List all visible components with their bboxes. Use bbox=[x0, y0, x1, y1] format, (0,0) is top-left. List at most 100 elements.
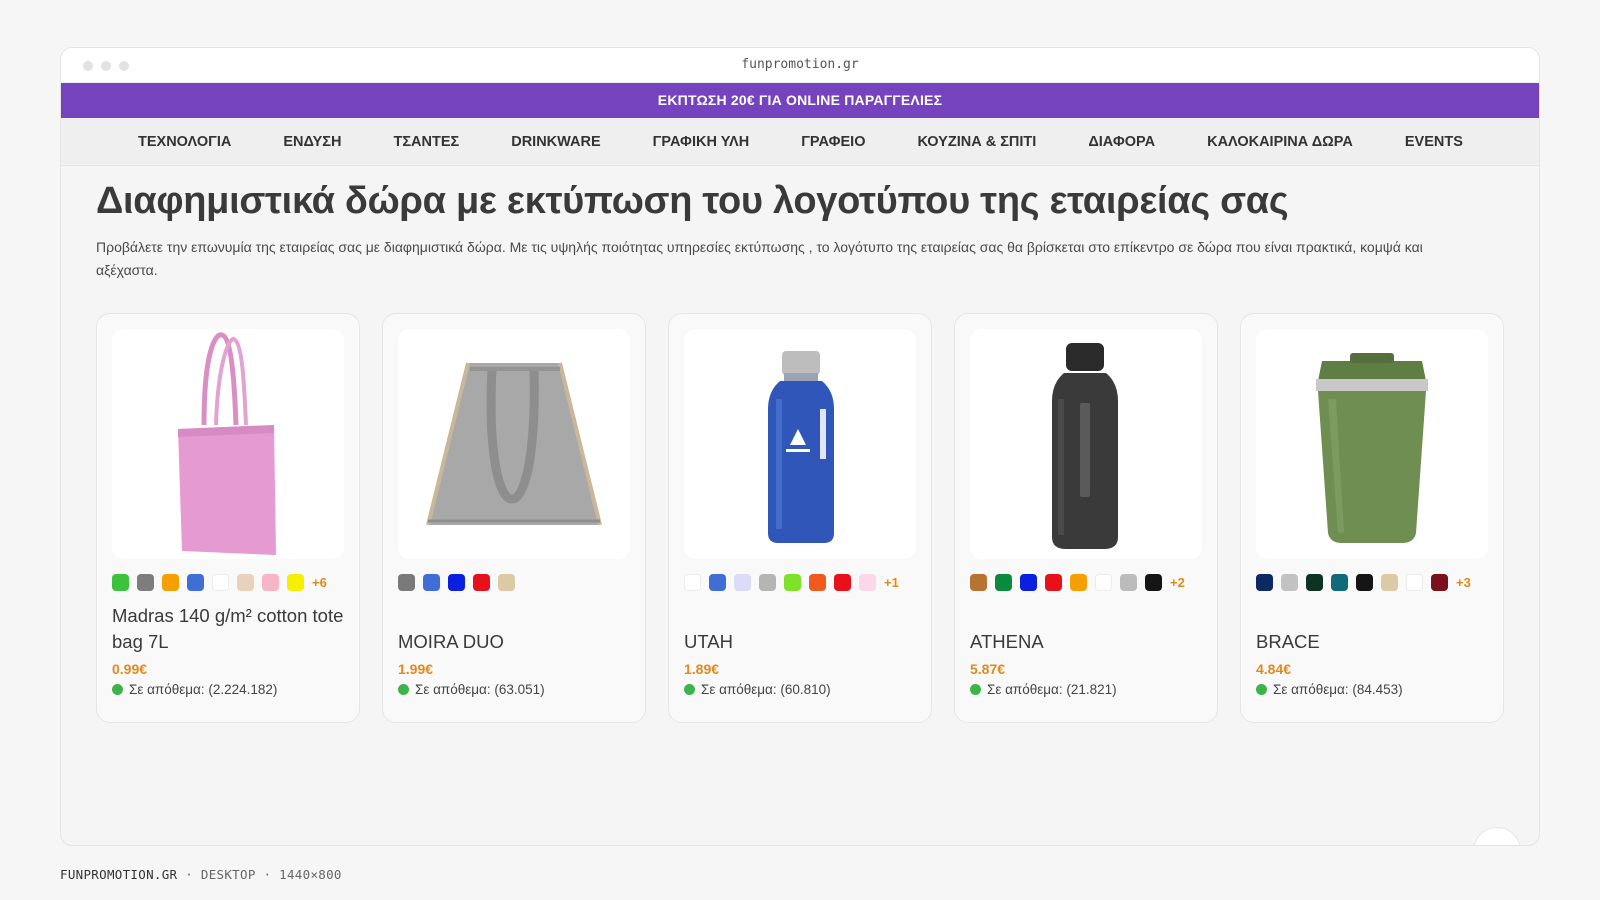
address-bar-url[interactable]: funpromotion.gr bbox=[61, 57, 1539, 72]
product-image[interactable] bbox=[112, 329, 344, 559]
color-swatch[interactable] bbox=[187, 573, 204, 591]
stock-status: Σε απόθεμα: (21.821) bbox=[970, 682, 1202, 697]
color-swatch[interactable] bbox=[1306, 573, 1323, 591]
grey-drawstring-bag-icon bbox=[426, 362, 602, 526]
color-swatches: +1 bbox=[684, 573, 916, 591]
color-swatch[interactable] bbox=[448, 573, 465, 591]
product-price: 0.99€ bbox=[112, 661, 148, 677]
color-swatch[interactable] bbox=[809, 573, 826, 591]
more-colors-count[interactable]: +3 bbox=[1456, 575, 1471, 590]
product-name[interactable]: Madras 140 g/m² cotton tote bag 7L bbox=[112, 603, 344, 655]
more-colors-count[interactable]: +1 bbox=[884, 575, 899, 590]
nav-item-misc[interactable]: ΔΙΑΦΟΡΑ bbox=[1088, 134, 1155, 150]
in-stock-dot-icon bbox=[970, 684, 981, 695]
stock-text: Σε απόθεμα: (2.224.182) bbox=[129, 682, 278, 697]
color-swatch[interactable] bbox=[237, 573, 254, 591]
browser-window: funpromotion.gr ΕΚΠΤΩΣΗ 20€ ΓΙΑ ONLINE Π… bbox=[60, 47, 1540, 846]
color-swatch[interactable] bbox=[1020, 573, 1037, 591]
color-swatch[interactable] bbox=[1256, 573, 1273, 591]
pink-tote-bag-icon bbox=[178, 332, 276, 555]
more-colors-count[interactable]: +6 bbox=[312, 575, 327, 590]
color-swatch[interactable] bbox=[759, 573, 776, 591]
main-nav: ΤΕΧΝΟΛΟΓΙΑ ΕΝΔΥΣΗ ΤΣΑΝΤΕΣ DRINKWARE ΓΡΑΦ… bbox=[61, 118, 1539, 166]
browser-chrome: funpromotion.gr bbox=[61, 48, 1539, 83]
nav-item-office[interactable]: ΓΡΑΦΕΙΟ bbox=[801, 134, 865, 150]
color-swatch[interactable] bbox=[834, 573, 851, 591]
stock-status: Σε απόθεμα: (63.051) bbox=[398, 682, 630, 697]
in-stock-dot-icon bbox=[1256, 684, 1267, 695]
nav-item-summer-gifts[interactable]: ΚΑΛΟΚΑΙΡΙΝΑ ΔΩΡΑ bbox=[1207, 134, 1353, 150]
color-swatch[interactable] bbox=[1120, 573, 1137, 591]
product-card[interactable]: +1 UTAH 1.89€ Σε απόθεμα: (60.810) bbox=[668, 313, 932, 723]
product-image[interactable] bbox=[684, 329, 916, 559]
product-image[interactable] bbox=[398, 329, 630, 559]
in-stock-dot-icon bbox=[398, 684, 409, 695]
product-card[interactable]: +2 ATHENA 5.87€ Σε απόθεμα: (21.821) bbox=[954, 313, 1218, 723]
color-swatch[interactable] bbox=[1045, 573, 1062, 591]
product-name[interactable]: UTAH bbox=[684, 603, 916, 655]
color-swatch[interactable] bbox=[498, 573, 515, 591]
black-thermos-bottle-icon bbox=[1052, 343, 1118, 549]
color-swatch[interactable] bbox=[1070, 573, 1087, 591]
page-intro: Προβάλετε την επωνυμία της εταιρείας σας… bbox=[96, 239, 1423, 278]
color-swatch[interactable] bbox=[1406, 573, 1423, 591]
color-swatch[interactable] bbox=[262, 573, 279, 591]
color-swatch[interactable] bbox=[137, 573, 154, 591]
product-grid: +6 Madras 140 g/m² cotton tote bag 7L 0.… bbox=[96, 313, 1504, 723]
caption-separator: · bbox=[185, 867, 194, 882]
color-swatch[interactable] bbox=[162, 573, 179, 591]
stock-text: Σε απόθεμα: (84.453) bbox=[1273, 682, 1403, 697]
color-swatch[interactable] bbox=[473, 573, 490, 591]
nav-item-bags[interactable]: ΤΣΑΝΤΕΣ bbox=[393, 134, 459, 150]
caption-separator: · bbox=[263, 867, 272, 882]
nav-item-technology[interactable]: ΤΕΧΝΟΛΟΓΙΑ bbox=[138, 134, 231, 150]
color-swatches bbox=[398, 573, 630, 591]
nav-item-clothing[interactable]: ΕΝΔΥΣΗ bbox=[283, 134, 341, 150]
color-swatch[interactable] bbox=[1356, 573, 1373, 591]
color-swatch[interactable] bbox=[1281, 573, 1298, 591]
nav-item-drinkware[interactable]: DRINKWARE bbox=[511, 134, 600, 150]
color-swatch[interactable] bbox=[684, 573, 701, 591]
product-name[interactable]: MOIRA DUO bbox=[398, 603, 630, 655]
color-swatch[interactable] bbox=[398, 573, 415, 591]
nav-item-stationery[interactable]: ΓΡΑΦΙΚΗ ΥΛΗ bbox=[653, 134, 750, 150]
product-card[interactable]: +6 Madras 140 g/m² cotton tote bag 7L 0.… bbox=[96, 313, 360, 723]
promo-banner[interactable]: ΕΚΠΤΩΣΗ 20€ ΓΙΑ ONLINE ΠΑΡΑΓΓΕΛΙΕΣ bbox=[61, 83, 1539, 118]
scroll-to-top-button[interactable] bbox=[1473, 827, 1521, 845]
color-swatch[interactable] bbox=[1145, 573, 1162, 591]
stock-text: Σε απόθεμα: (60.810) bbox=[701, 682, 831, 697]
caption-device: DESKTOP bbox=[200, 867, 256, 882]
nav-item-events[interactable]: EVENTS bbox=[1405, 134, 1463, 150]
color-swatch[interactable] bbox=[1095, 573, 1112, 591]
color-swatch[interactable] bbox=[734, 573, 751, 591]
color-swatch[interactable] bbox=[995, 573, 1012, 591]
color-swatch[interactable] bbox=[784, 573, 801, 591]
color-swatch[interactable] bbox=[970, 573, 987, 591]
more-colors-count[interactable]: +2 bbox=[1170, 575, 1185, 590]
stock-text: Σε απόθεμα: (63.051) bbox=[415, 682, 545, 697]
color-swatches: +2 bbox=[970, 573, 1202, 591]
in-stock-dot-icon bbox=[112, 684, 123, 695]
product-image[interactable] bbox=[970, 329, 1202, 559]
product-name[interactable]: BRACE bbox=[1256, 603, 1488, 655]
color-swatch[interactable] bbox=[709, 573, 726, 591]
product-image[interactable] bbox=[1256, 329, 1488, 559]
nav-item-kitchen-home[interactable]: ΚΟΥΖΙΝΑ & ΣΠΙΤΙ bbox=[918, 134, 1037, 150]
color-swatch[interactable] bbox=[287, 573, 304, 591]
product-price: 5.87€ bbox=[970, 661, 1006, 677]
product-card[interactable]: MOIRA DUO 1.99€ Σε απόθεμα: (63.051) bbox=[382, 313, 646, 723]
color-swatch[interactable] bbox=[859, 573, 876, 591]
product-card[interactable]: +3 BRACE 4.84€ Σε απόθεμα: (84.453) bbox=[1240, 313, 1504, 723]
color-swatch[interactable] bbox=[112, 573, 129, 591]
color-swatch[interactable] bbox=[1381, 573, 1398, 591]
color-swatch[interactable] bbox=[423, 573, 440, 591]
stock-status: Σε απόθεμα: (60.810) bbox=[684, 682, 916, 697]
caption-footer: FUNPROMOTION.GR · DESKTOP · 1440×800 bbox=[60, 867, 342, 882]
color-swatch[interactable] bbox=[1431, 573, 1448, 591]
green-travel-cup-icon bbox=[1316, 353, 1428, 543]
color-swatch[interactable] bbox=[1331, 573, 1348, 591]
main-content: Διαφημιστικά δώρα με εκτύπωση του λογοτύ… bbox=[61, 166, 1539, 723]
product-price: 1.89€ bbox=[684, 661, 720, 677]
color-swatch[interactable] bbox=[212, 573, 229, 591]
product-name[interactable]: ATHENA bbox=[970, 603, 1202, 655]
